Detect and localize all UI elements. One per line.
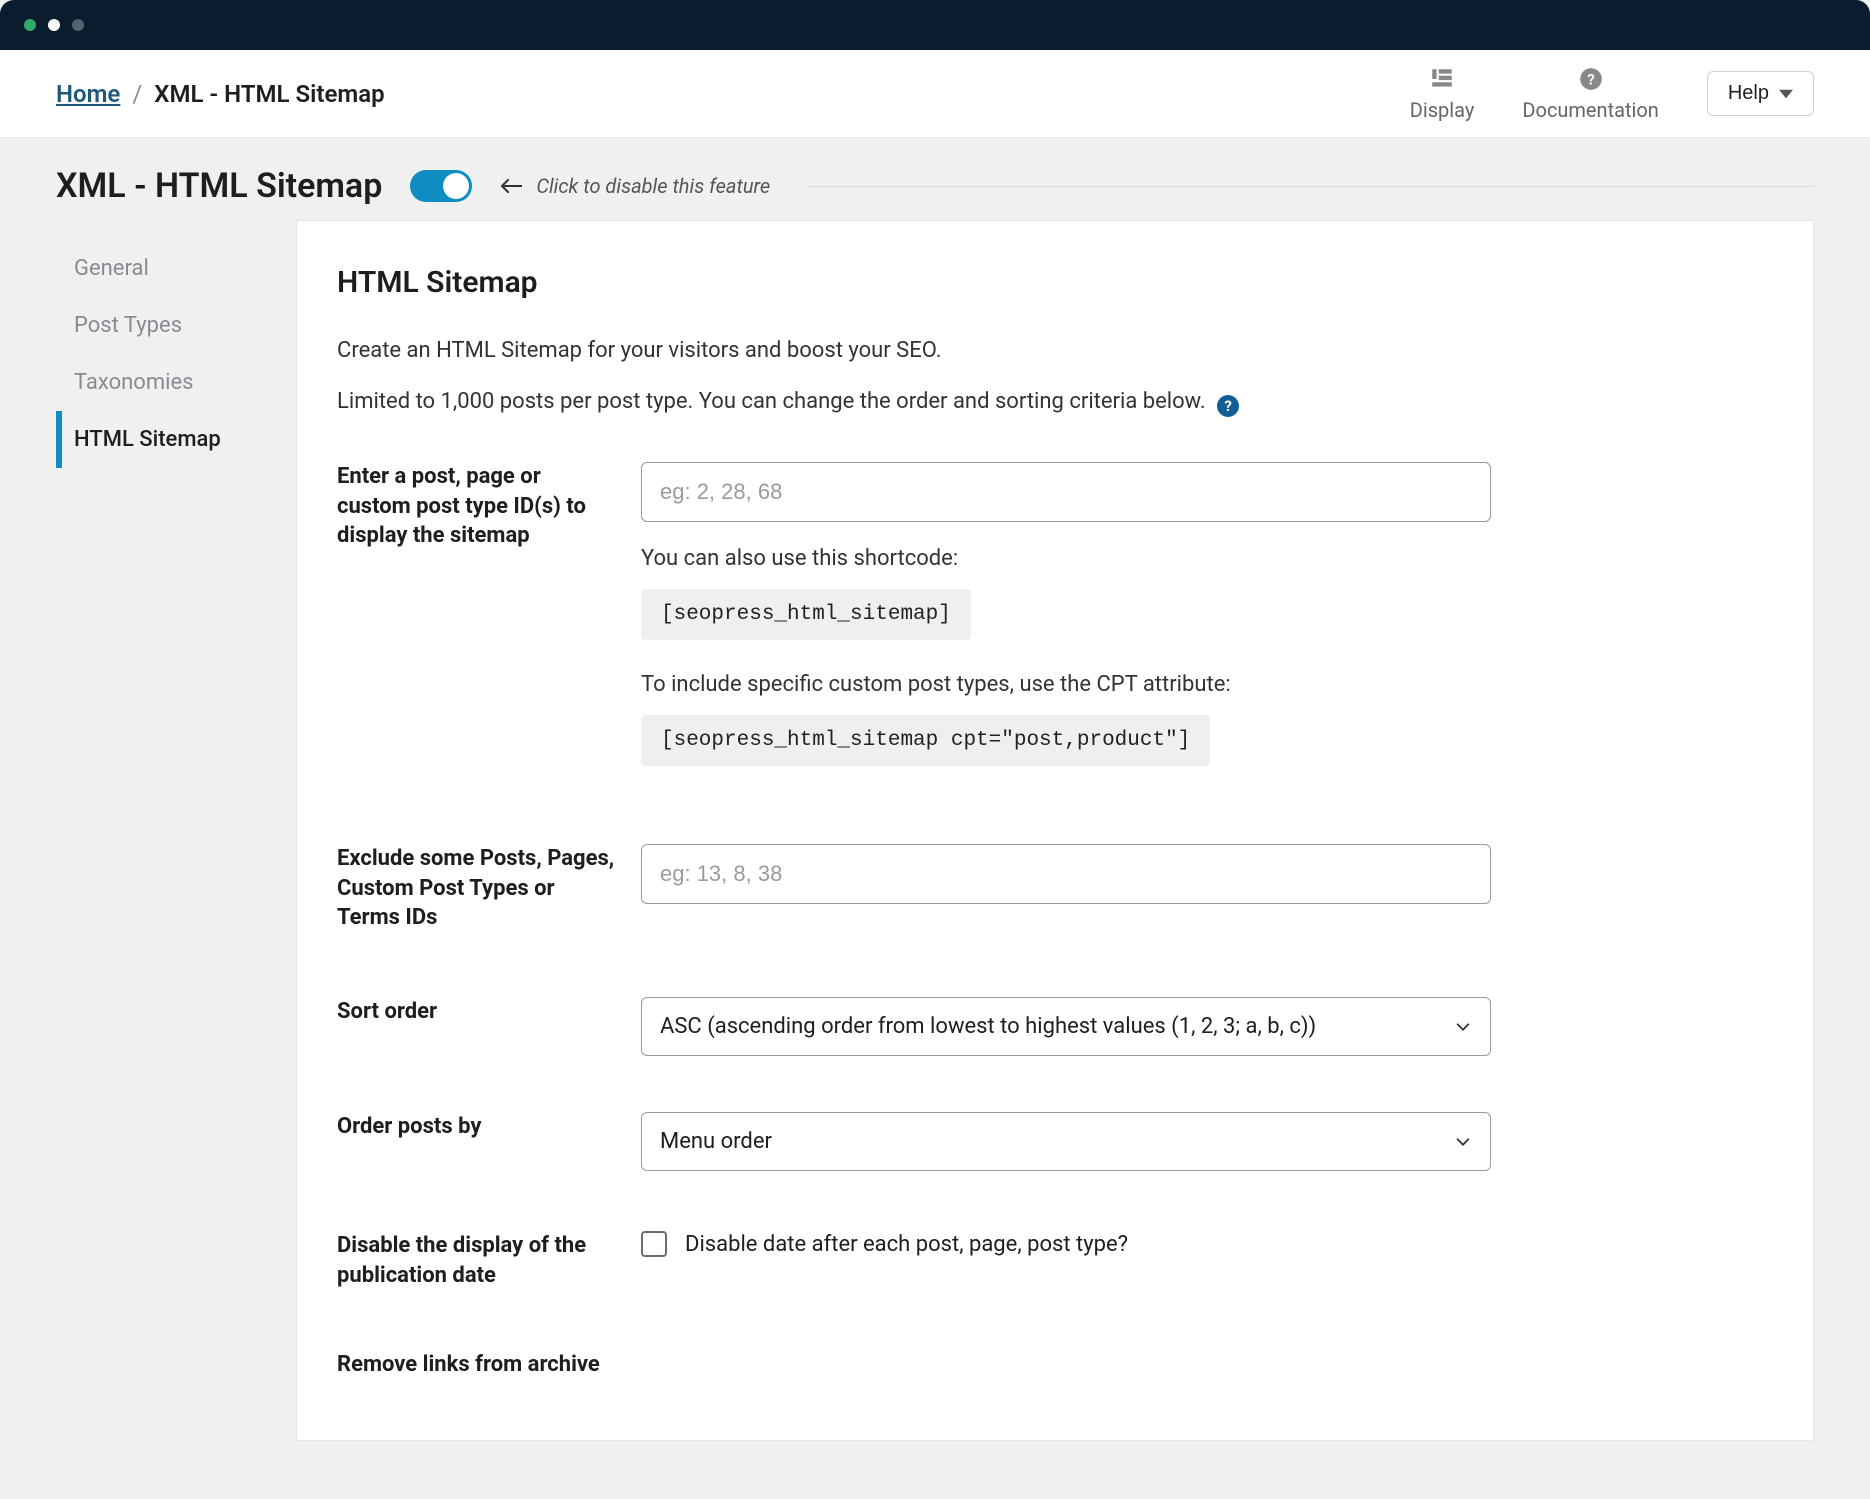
chevron-down-icon (1454, 1133, 1472, 1151)
settings-sidebar: General Post Types Taxonomies HTML Sitem… (56, 220, 280, 1441)
svg-text:?: ? (1587, 70, 1595, 88)
toggle-hint: Click to disable this feature (500, 174, 770, 198)
help-button[interactable]: Help (1707, 71, 1814, 116)
documentation-label: Documentation (1522, 98, 1659, 122)
sort-label: Sort order (337, 997, 617, 1027)
sidebar-item-post-types[interactable]: Post Types (56, 297, 280, 354)
breadcrumb: Home / XML - HTML Sitemap (56, 80, 385, 108)
breadcrumb-home-link[interactable]: Home (56, 80, 120, 108)
orderby-select[interactable]: Menu order (641, 1112, 1491, 1171)
sidebar-item-html-sitemap[interactable]: HTML Sitemap (56, 411, 280, 468)
chevron-down-icon (1454, 1018, 1472, 1036)
sort-select[interactable]: ASC (ascending order from lowest to high… (641, 997, 1491, 1056)
traffic-light-minimize-icon[interactable] (48, 19, 60, 31)
display-label: Display (1410, 98, 1475, 122)
sidebar-item-taxonomies[interactable]: Taxonomies (56, 354, 280, 411)
breadcrumb-current: XML - HTML Sitemap (154, 80, 384, 108)
orderby-value: Menu order (660, 1129, 772, 1154)
exclude-input[interactable] (641, 844, 1491, 904)
top-bar: Home / XML - HTML Sitemap Display ? Docu… (0, 50, 1870, 138)
documentation-button[interactable]: ? Documentation (1522, 66, 1659, 122)
arrow-left-icon (500, 178, 522, 194)
ids-label: Enter a post, page or custom post type I… (337, 462, 617, 551)
ids-helper-2: To include specific custom post types, u… (641, 672, 1491, 697)
traffic-light-close-icon[interactable] (24, 19, 36, 31)
sort-value: ASC (ascending order from lowest to high… (660, 1014, 1316, 1039)
shortcode-1: [seopress_html_sitemap] (641, 589, 971, 640)
question-icon: ? (1578, 66, 1604, 92)
window-titlebar (0, 0, 1870, 50)
panel-description-1: Create an HTML Sitemap for your visitors… (337, 334, 1773, 367)
toggle-hint-text: Click to disable this feature (536, 174, 770, 198)
ids-helper-1: You can also use this shortcode: (641, 546, 1491, 571)
display-button[interactable]: Display (1410, 66, 1475, 122)
caret-down-icon (1779, 87, 1793, 101)
settings-panel: HTML Sitemap Create an HTML Sitemap for … (296, 220, 1814, 1441)
page-title: XML - HTML Sitemap (56, 166, 382, 206)
disable-date-label: Disable the display of the publication d… (337, 1231, 617, 1290)
shortcode-2: [seopress_html_sitemap cpt="post,product… (641, 715, 1210, 766)
title-divider (806, 186, 1814, 187)
exclude-label: Exclude some Posts, Pages, Custom Post T… (337, 844, 617, 933)
panel-description-2-text: Limited to 1,000 posts per post type. Yo… (337, 389, 1206, 414)
page-title-row: XML - HTML Sitemap Click to disable this… (0, 138, 1870, 220)
disable-date-checkbox-label: Disable date after each post, page, post… (685, 1232, 1128, 1257)
panel-description-2: Limited to 1,000 posts per post type. Yo… (337, 385, 1773, 418)
disable-date-checkbox[interactable] (641, 1231, 667, 1257)
feature-toggle[interactable] (410, 170, 472, 202)
help-label: Help (1728, 82, 1769, 105)
orderby-label: Order posts by (337, 1112, 617, 1142)
breadcrumb-separator: / (132, 80, 142, 108)
info-icon[interactable]: ? (1217, 395, 1239, 417)
panel-heading: HTML Sitemap (337, 265, 1773, 300)
sidebar-item-general[interactable]: General (56, 240, 280, 297)
display-icon (1429, 66, 1455, 92)
ids-input[interactable] (641, 462, 1491, 522)
remove-links-label: Remove links from archive (337, 1350, 617, 1380)
traffic-light-zoom-icon[interactable] (72, 19, 84, 31)
